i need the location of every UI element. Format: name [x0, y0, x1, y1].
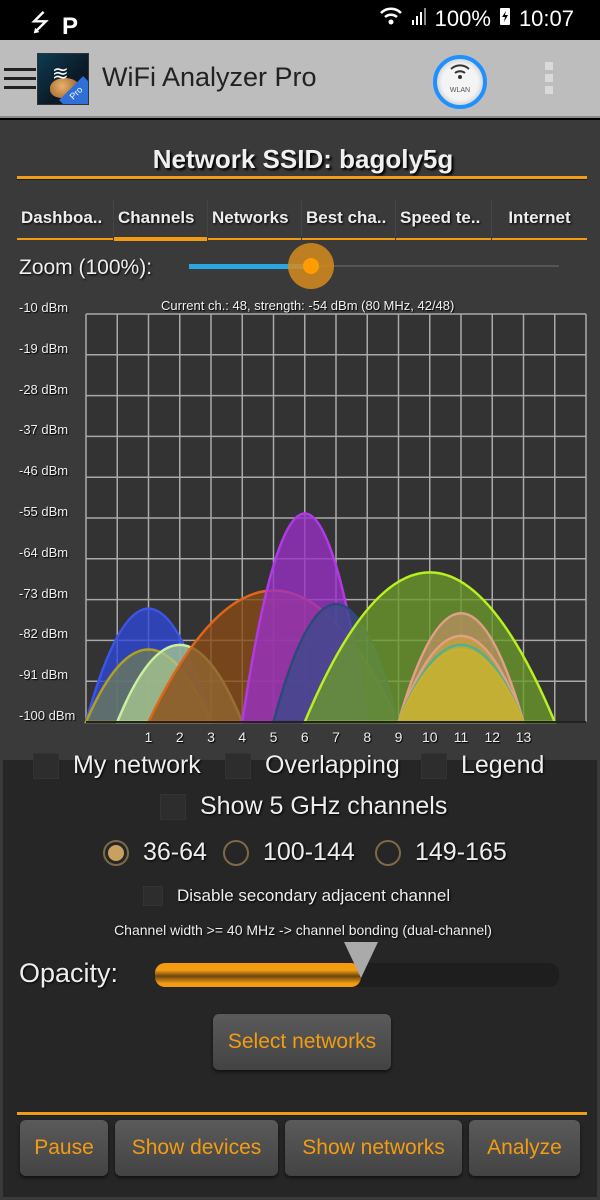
x-tick-label: 11 — [453, 729, 469, 745]
radio-149-165[interactable]: 149-165 — [375, 838, 507, 867]
content-panel: Network SSID: bagoly5g Dashboa.. Channel… — [0, 120, 600, 1200]
show-5ghz-checkbox[interactable] — [160, 793, 186, 820]
y-tick-label: -19 dBm — [19, 340, 69, 356]
y-tick-label: -82 dBm — [19, 626, 69, 642]
app-bar: ≋ Pro WiFi Analyzer Pro WLAN — [0, 40, 600, 118]
x-tick-label: 9 — [394, 729, 403, 745]
battery-percent: 100% — [434, 6, 491, 31]
radio-button[interactable] — [375, 839, 401, 866]
battery-charging-icon — [499, 6, 511, 32]
app-title: WiFi Analyzer Pro — [102, 62, 317, 92]
menu-icon[interactable] — [4, 68, 36, 90]
disable-secondary-checkbox[interactable] — [143, 886, 163, 906]
divider — [17, 1112, 587, 1116]
pause-button[interactable]: Pause — [20, 1120, 108, 1176]
analyze-button[interactable]: Analyze — [469, 1120, 580, 1176]
radio-label: 36-64 — [143, 838, 207, 866]
radio-100-144[interactable]: 100-144 — [223, 838, 355, 867]
my-network-label: My network — [73, 751, 201, 779]
x-tick-label: 8 — [363, 729, 372, 745]
y-tick-label: -64 dBm — [19, 544, 69, 560]
disable-secondary-label: Disable secondary adjacent channel — [177, 886, 451, 905]
opacity-label: Opacity: — [19, 958, 119, 988]
y-tick-label: -91 dBm — [19, 667, 69, 683]
overlapping-label: Overlapping — [265, 751, 400, 779]
wifi-icon: ≋ — [52, 63, 69, 85]
y-tick-label: -28 dBm — [19, 381, 69, 397]
legend-checkbox[interactable] — [421, 752, 447, 779]
x-tick-label: 4 — [238, 729, 247, 745]
channel-bonding-note: Channel width >= 40 MHz -> channel bondi… — [114, 922, 492, 938]
opacity-slider-thumb[interactable] — [344, 942, 379, 978]
my-network-option[interactable]: My network — [33, 751, 201, 780]
radio-label: 149-165 — [415, 838, 507, 866]
x-tick-label: 13 — [515, 729, 532, 745]
y-tick-label: -10 dBm — [19, 300, 69, 315]
disable-secondary-option[interactable]: Disable secondary adjacent channel — [143, 886, 450, 906]
wifi-signal-icon — [379, 6, 403, 32]
y-tick-label: -37 dBm — [19, 422, 69, 438]
overflow-menu-icon[interactable] — [545, 62, 555, 98]
show-networks-button[interactable]: Show networks — [285, 1120, 462, 1176]
app-logo: ≋ Pro — [37, 53, 89, 105]
wlan-label: WLAN — [449, 87, 471, 94]
x-tick-label: 10 — [421, 729, 438, 745]
my-network-checkbox[interactable] — [33, 752, 59, 779]
y-tick-label: -73 dBm — [19, 585, 69, 601]
x-tick-label: 12 — [484, 729, 501, 745]
overlapping-option[interactable]: Overlapping — [225, 751, 400, 780]
radio-36-64[interactable]: 36-64 — [103, 838, 207, 867]
y-tick-label: -100 dBm — [19, 708, 76, 723]
legend-label: Legend — [461, 751, 545, 779]
clock: 10:07 — [518, 6, 574, 31]
cell-signal-icon — [411, 6, 427, 32]
parking-icon: P — [62, 12, 79, 40]
overlapping-checkbox[interactable] — [225, 752, 251, 779]
channel-chart — [84, 313, 587, 724]
x-tick-label: 1 — [144, 729, 153, 745]
y-tick-label: -46 dBm — [19, 463, 69, 479]
legend-option[interactable]: Legend — [421, 751, 544, 780]
x-tick-label: 3 — [207, 729, 215, 745]
x-tick-label: 5 — [269, 729, 278, 745]
x-tick-label: 6 — [300, 729, 309, 745]
wifi-icon — [437, 61, 483, 87]
opacity-slider-fill — [155, 963, 362, 987]
x-tick-label: 2 — [175, 729, 184, 745]
show-5ghz-label: Show 5 GHz channels — [200, 792, 448, 820]
wlan-button[interactable]: WLAN — [433, 55, 487, 109]
radio-label: 100-144 — [263, 838, 355, 866]
radio-button[interactable] — [223, 839, 249, 866]
show-devices-button[interactable]: Show devices — [115, 1120, 278, 1176]
select-networks-button[interactable]: Select networks — [213, 1014, 391, 1070]
x-tick-label: 7 — [332, 729, 340, 745]
radio-button[interactable] — [103, 839, 129, 866]
y-tick-label: -55 dBm — [19, 504, 69, 519]
show-5ghz-option[interactable]: Show 5 GHz channels — [160, 792, 447, 821]
status-bar: ⭍ P 100% 10:07 — [0, 0, 600, 40]
